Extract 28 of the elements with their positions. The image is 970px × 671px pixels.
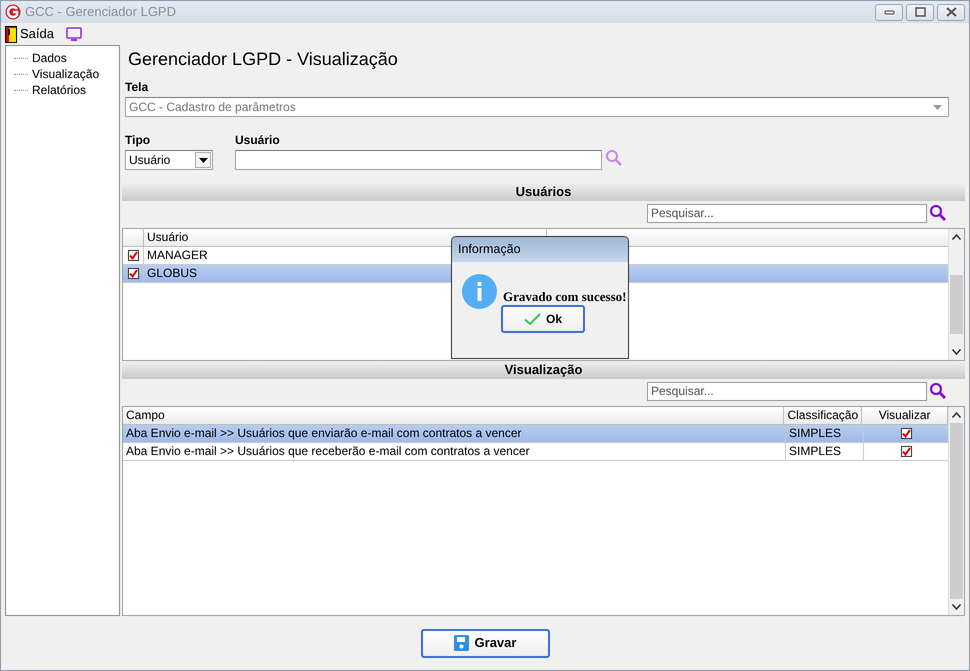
- window-title: GCC - Gerenciador LGPD: [25, 3, 176, 22]
- table-row[interactable]: Aba Envio e-mail >> Usuários que enviarão e-mail com contratos a vencer SIMPLES: [123, 425, 950, 443]
- tree-item[interactable]: Relatórios: [32, 81, 86, 99]
- dialog-title: Informação: [452, 237, 628, 262]
- field-label: Tela: [125, 80, 150, 94]
- tree-item[interactable]: Dados: [32, 49, 67, 67]
- page-heading: Gerenciador LGPD - Visualização: [128, 48, 399, 70]
- field-label: Usuário: [235, 133, 281, 147]
- table-cell: GLOBUS: [147, 266, 198, 280]
- section-header: Visualização: [122, 361, 965, 379]
- tree-item[interactable]: Visualização: [32, 65, 100, 83]
- search-field[interactable]: Pesquisar...: [647, 382, 927, 400]
- table-cell: MANAGER: [147, 248, 208, 262]
- search-field[interactable]: Pesquisar...: [647, 204, 927, 222]
- section-header: Usuários: [122, 183, 965, 201]
- column-header[interactable]: Classificação: [784, 407, 862, 424]
- table-cell: Aba Envio e-mail >> Usuários que enviarão e-mail com contratos a vencer: [123, 425, 786, 442]
- ok-button[interactable]: Ok: [501, 305, 585, 333]
- table-cell: SIMPLES: [786, 443, 864, 460]
- type-select[interactable]: Usuário: [125, 150, 213, 170]
- table-row[interactable]: Aba Envio e-mail >> Usuários que receberão e-mail com contratos a vencer SIMPLES: [123, 443, 950, 461]
- dialog-message: Gravado com sucesso!: [503, 288, 626, 306]
- exit-button[interactable]: Saída: [5, 24, 54, 44]
- field-label: Tipo: [125, 133, 152, 147]
- save-button[interactable]: Gravar: [420, 628, 550, 658]
- table-cell: SIMPLES: [786, 425, 864, 442]
- table-cell: Aba Envio e-mail >> Usuários que receberão e-mail com contratos a vencer: [123, 443, 786, 460]
- column-header[interactable]: Campo: [123, 407, 784, 424]
